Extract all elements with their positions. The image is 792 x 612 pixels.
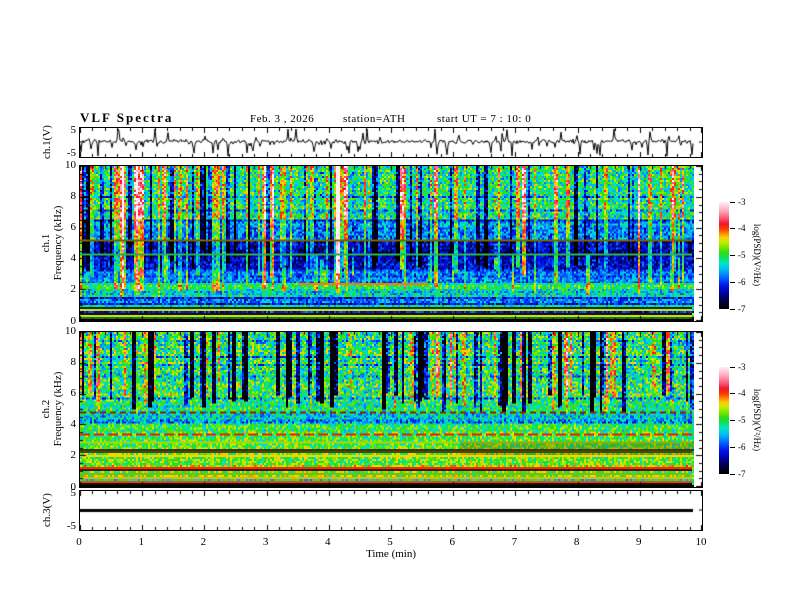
ch1-colorbar-label: log(PSD)(V²/Hz) [752,223,762,287]
colorbar-tick [730,201,735,203]
colorbar-tick [730,366,735,368]
ch2-spectrogram-ticks-overlay [80,332,702,487]
time-tick-label: 3 [262,536,269,548]
y-tick-label: 8 [70,355,77,368]
ch1-colorbar [719,202,729,309]
colorbar-tick [730,446,735,448]
ch3-voltage-flatline-canvas [80,491,702,530]
ch2-frequency-axis-label: ch.2 Frequency (kHz) [40,372,64,447]
colorbar-tick [730,228,735,230]
ch2-spectrogram-panel [79,331,703,488]
y-tick-label: -5 [66,520,76,532]
colorbar-tick [730,308,735,310]
y-tick-label: 10 [65,158,76,171]
y-tick-label: 6 [70,220,77,233]
ch1-spectrogram-panel [79,165,703,322]
colorbar-tick-label: -4 [738,388,746,399]
time-tick-label: 7 [511,536,518,548]
colorbar-tick-label: -3 [738,361,746,372]
y-tick-label: 5 [70,124,77,136]
colorbar-tick-label: -3 [738,196,746,207]
ch1-spectrogram-ticks-overlay [80,166,702,321]
frequency-khz-label: Frequency (kHz) [52,205,64,281]
ch1-voltage-waveform-canvas [80,128,702,157]
colorbar-tick [730,473,735,475]
colorbar-tick-label: -6 [738,441,746,452]
ch1-frequency-axis-label: ch.1 Frequency (kHz) [40,206,64,281]
y-tick-label: 6 [70,386,77,399]
time-tick-label: 8 [573,536,580,548]
colorbar-tick-label: -5 [738,250,746,260]
y-tick-label: 2 [70,449,77,462]
ch2-label: ch.2 [40,399,52,419]
date-label: Feb. 3 , 2026 [250,113,315,125]
colorbar-tick-label: -5 [738,415,746,425]
colorbar-tick [730,393,735,395]
colorbar-tick-label: -4 [738,223,746,234]
ch2-colorbar-label: log(PSD)(V²/Hz) [752,388,762,452]
frequency-khz-label: Frequency (kHz) [52,371,64,447]
ch3-voltage-panel [79,490,703,531]
y-tick-label: 5 [70,487,77,499]
y-tick-label: -5 [66,147,76,159]
colorbar-tick-label: -6 [738,276,746,287]
start-ut-label: start UT = 7 : 10: 0 [437,113,532,125]
colorbar-tick [730,420,735,421]
time-tick-label: 9 [636,536,642,548]
colorbar-tick-label: -7 [738,303,746,314]
colorbar-tick [730,255,735,256]
ch1-label: ch.1 [40,233,52,253]
plot-title: VLF Spectra [80,110,174,125]
time-tick-label: 6 [449,536,455,548]
time-tick-label: 0 [76,536,82,548]
y-tick-label: 2 [70,283,77,296]
ch2-colorbar [719,367,729,474]
y-tick-label: 8 [70,189,77,202]
time-tick-label: 1 [138,536,144,548]
station-label: station=ATH [343,113,406,125]
time-tick-label: 4 [325,536,331,548]
colorbar-tick-label: -7 [738,468,746,479]
ch1-voltage-panel [79,127,703,158]
y-tick-label: 4 [70,418,77,431]
y-tick-label: 10 [65,324,76,337]
y-tick-label: 4 [70,252,77,265]
vlf-spectra-figure: VLF Spectra Feb. 3 , 2026 station=ATH st… [0,0,792,612]
colorbar-tick [730,281,735,283]
time-tick-label: 2 [200,536,207,548]
time-axis-title: Time (min) [365,548,417,560]
time-tick-label: 10 [695,536,707,548]
time-tick-label: 5 [387,536,393,548]
